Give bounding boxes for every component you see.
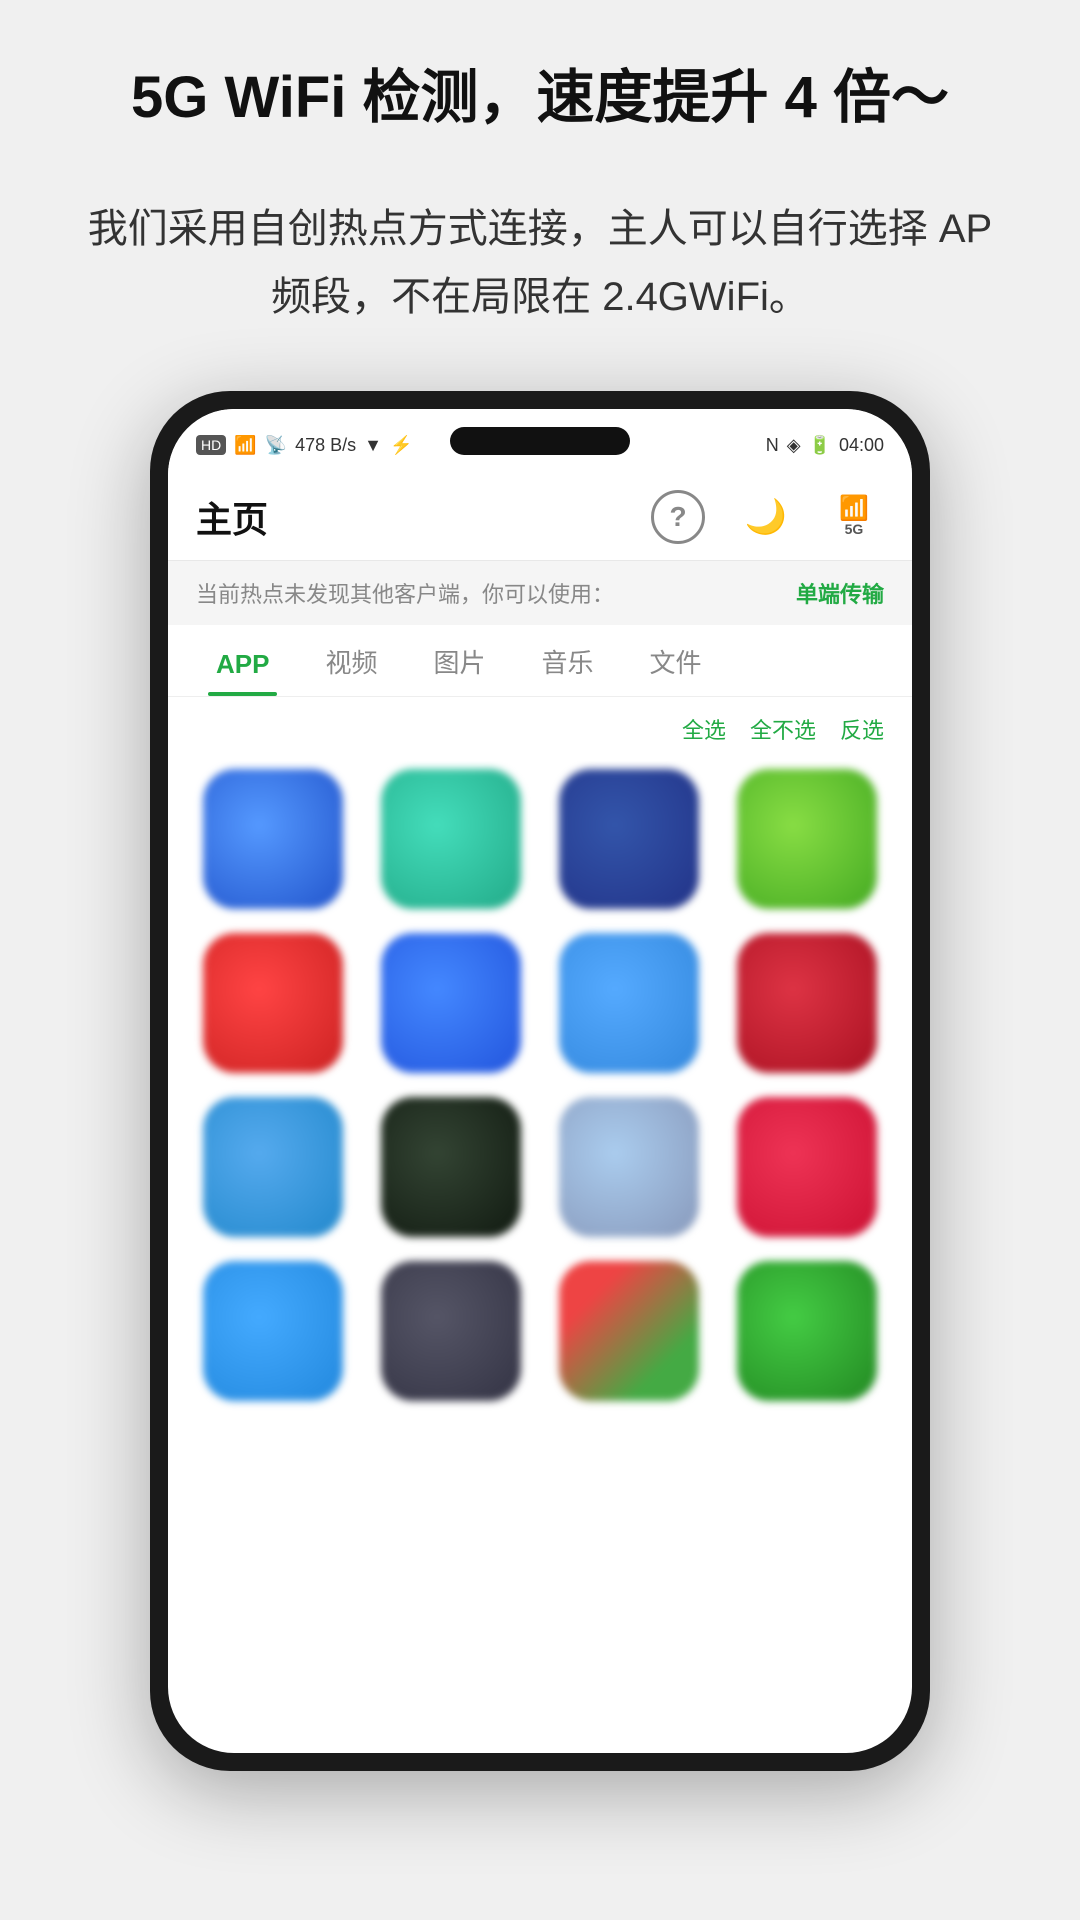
- notice-bar: 当前热点未发现其他客户端，你可以使用： 单端传输: [168, 561, 912, 625]
- app-item[interactable]: [737, 1097, 877, 1237]
- app-grid: [168, 761, 912, 1753]
- wifi5g-icon: 📶 5G: [839, 497, 869, 537]
- app-item[interactable]: [203, 1097, 343, 1237]
- app-item[interactable]: [203, 769, 343, 909]
- app-item[interactable]: [381, 1261, 521, 1401]
- phone-speaker: [450, 427, 630, 455]
- phone-screen: HD 📶 📡 478 B/s ▼ ⚡ N ◈ 🔋 04:00: [168, 409, 912, 1753]
- page-wrapper: 5G WiFi 检测，速度提升 4 倍～ 我们采用自创热点方式连接，主人可以自行…: [0, 0, 1080, 1920]
- app-row-1: [184, 769, 896, 909]
- description: 我们采用自创热点方式连接，主人可以自行选择 AP 频段，不在局限在 2.4GWi…: [0, 195, 1080, 331]
- app-item[interactable]: [203, 1261, 343, 1401]
- signal-icon: 📶: [234, 435, 256, 456]
- title-icons: ? 🌙 📶 5G: [648, 487, 884, 547]
- tab-bar: APP 视频 图片 音乐 文件: [168, 625, 912, 697]
- app-item[interactable]: [737, 769, 877, 909]
- vol-icon: ◈: [787, 435, 801, 456]
- app-row-4: [184, 1261, 896, 1401]
- invert-button[interactable]: 反选: [840, 713, 884, 745]
- app-item[interactable]: [381, 933, 521, 1073]
- night-mode-button[interactable]: 🌙: [736, 487, 796, 547]
- page-title: 主页: [196, 491, 648, 543]
- app-item[interactable]: [559, 933, 699, 1073]
- app-row-3: [184, 1097, 896, 1237]
- app-item-chrome[interactable]: [203, 933, 343, 1073]
- speed-text: 478 B/s: [295, 435, 356, 456]
- notice-text: 当前热点未发现其他客户端，你可以使用：: [196, 577, 614, 609]
- single-transfer-link[interactable]: 单端传输: [796, 577, 884, 609]
- app-row-2: [184, 933, 896, 1073]
- deselect-all-button[interactable]: 全不选: [750, 713, 816, 745]
- wifi-icon: 📡: [265, 435, 287, 456]
- headline: 5G WiFi 检测，速度提升 4 倍～: [71, 60, 1009, 135]
- status-right: N ◈ 🔋 04:00: [766, 435, 884, 456]
- tab-video[interactable]: 视频: [297, 625, 405, 696]
- hd-badge: HD: [196, 435, 226, 455]
- app-item[interactable]: [559, 1097, 699, 1237]
- app-item[interactable]: [381, 1097, 521, 1237]
- tab-photo[interactable]: 图片: [405, 625, 513, 696]
- tab-music[interactable]: 音乐: [514, 625, 622, 696]
- battery-icon: 🔋: [809, 435, 831, 456]
- tab-file[interactable]: 文件: [622, 625, 730, 696]
- phone-frame: HD 📶 📡 478 B/s ▼ ⚡ N ◈ 🔋 04:00: [150, 391, 930, 1771]
- usb-icon: ⚡: [390, 435, 412, 456]
- app-item[interactable]: [559, 1261, 699, 1401]
- app-item[interactable]: [559, 769, 699, 909]
- help-icon: ?: [651, 490, 705, 544]
- title-bar: 主页 ? 🌙 📶 5G: [168, 473, 912, 561]
- action-row: 全选 全不选 反选: [168, 697, 912, 761]
- app-item[interactable]: [737, 1261, 877, 1401]
- nfc-icon: N: [766, 435, 779, 456]
- status-left: HD 📶 📡 478 B/s ▼ ⚡: [196, 435, 412, 456]
- wifi5g-button[interactable]: 📶 5G: [824, 487, 884, 547]
- app-item[interactable]: [737, 933, 877, 1073]
- help-button[interactable]: ?: [648, 487, 708, 547]
- moon-icon: 🌙: [745, 497, 787, 537]
- select-all-button[interactable]: 全选: [682, 713, 726, 745]
- app-item[interactable]: [381, 769, 521, 909]
- time-display: 04:00: [839, 435, 884, 456]
- tab-app[interactable]: APP: [188, 631, 297, 696]
- nav-icon: ▼: [364, 435, 382, 456]
